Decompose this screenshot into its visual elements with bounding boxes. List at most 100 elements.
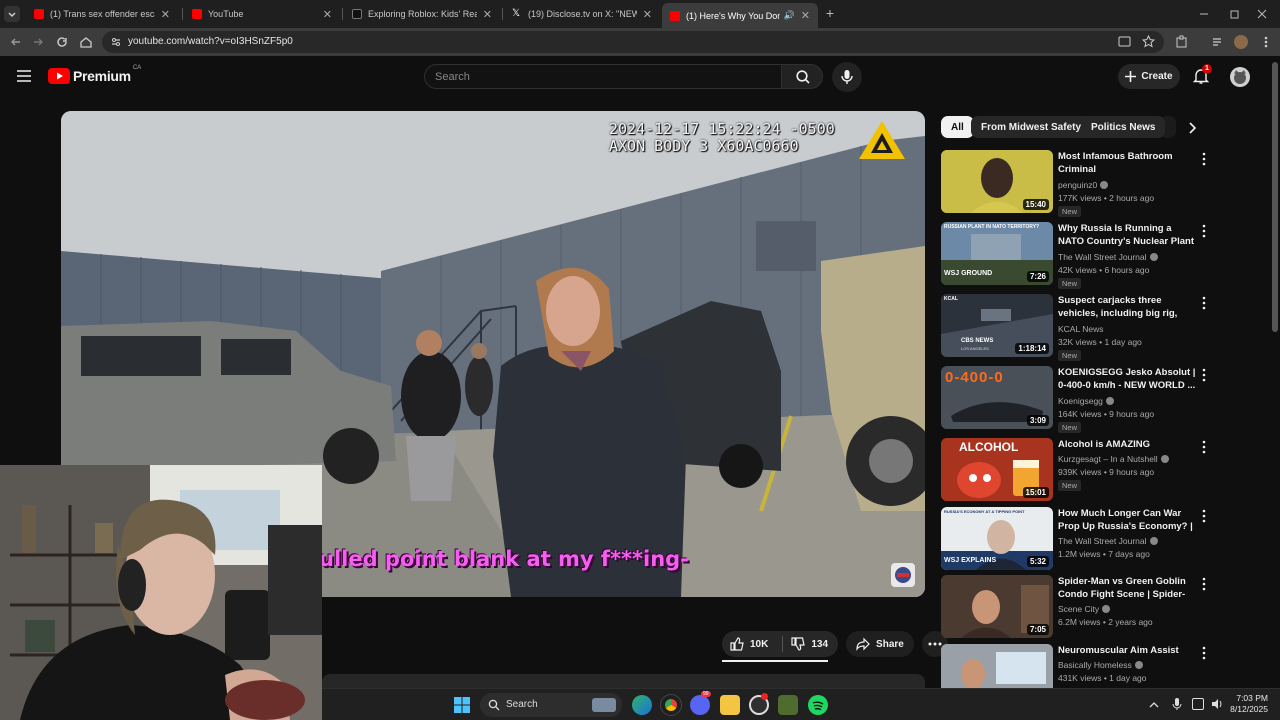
- more-vertical-icon[interactable]: [1200, 646, 1208, 660]
- close-window-button[interactable]: [1254, 6, 1270, 22]
- reload-button[interactable]: [54, 34, 70, 50]
- chrome-icon[interactable]: [660, 694, 682, 716]
- verified-icon: [1100, 180, 1109, 189]
- cast-icon[interactable]: [1118, 36, 1131, 48]
- more-vertical-icon[interactable]: [1200, 224, 1208, 238]
- minimize-button[interactable]: [1196, 6, 1212, 22]
- duration-badge: 15:40: [1022, 199, 1049, 210]
- file-explorer-icon[interactable]: [720, 695, 740, 715]
- tab-title: YouTube: [208, 9, 244, 19]
- dislike-button[interactable]: 134: [791, 637, 828, 651]
- close-icon[interactable]: ✕: [323, 8, 332, 21]
- more-vertical-icon[interactable]: [1200, 296, 1208, 310]
- video-thumbnail[interactable]: [941, 644, 1053, 688]
- video-thumbnail[interactable]: 0-400-0 3:09: [941, 366, 1053, 429]
- share-button[interactable]: Share: [846, 631, 914, 657]
- duration-badge: 5:32: [1026, 556, 1049, 567]
- recommended-video[interactable]: RUSSIAN PLANT IN NATO TERRITORY? WSJ GRO…: [941, 222, 1211, 289]
- start-button[interactable]: [454, 697, 470, 713]
- recommended-video[interactable]: Neuromuscular Aim Assist Basically Homel…: [941, 644, 1211, 688]
- create-button[interactable]: Create: [1118, 64, 1180, 89]
- more-vertical-icon[interactable]: [1200, 577, 1208, 591]
- close-icon[interactable]: ✕: [801, 9, 810, 22]
- video-thumbnail[interactable]: RUSSIAN PLANT IN NATO TERRITORY? WSJ GRO…: [941, 222, 1053, 285]
- tray-overflow-button[interactable]: [1148, 698, 1160, 710]
- chip-politics-news[interactable]: Politics News: [1081, 116, 1166, 138]
- app-icon[interactable]: [778, 695, 798, 715]
- site-info-icon[interactable]: [110, 36, 122, 48]
- youtube-favicon: [670, 10, 680, 21]
- browser-tab[interactable]: YouTube ✕: [184, 4, 340, 24]
- close-icon[interactable]: ✕: [643, 8, 652, 21]
- recommended-video[interactable]: 0-400-0 3:09 KOENIGSEGG Jesko Absolut | …: [941, 366, 1211, 433]
- bookmark-star-icon[interactable]: [1142, 35, 1155, 48]
- youtube-play-icon: [48, 68, 70, 84]
- speaker-icon[interactable]: 🔊: [784, 10, 795, 21]
- recommended-video[interactable]: RUSSIA'S ECONOMY AT A TIPPING POINT WSJ …: [941, 507, 1211, 571]
- thumbs-down-icon: [791, 637, 806, 651]
- channel-name: penguinz0: [1058, 180, 1109, 190]
- video-thumbnail[interactable]: RUSSIA'S ECONOMY AT A TIPPING POINT WSJ …: [941, 507, 1053, 570]
- close-icon: [1257, 9, 1267, 19]
- video-thumbnail[interactable]: KCAL CBS NEWS LOS ANGELES 1:18:14: [941, 294, 1053, 357]
- chips-next-button[interactable]: [1180, 117, 1204, 139]
- like-button[interactable]: 10K 134: [722, 631, 839, 657]
- notifications-button[interactable]: 1: [1192, 64, 1212, 87]
- recommended-video[interactable]: ALCOHOL 15:01 Alcohol is AMAZING Kurzges…: [941, 438, 1211, 502]
- create-label: Create: [1141, 71, 1173, 82]
- search-button[interactable]: [781, 64, 823, 89]
- taskbar-search[interactable]: Search: [480, 693, 622, 717]
- browser-toolbar: youtube.com/watch?v=oI3HSnZF5p0: [0, 28, 1280, 56]
- chip-midwest-safety[interactable]: From Midwest Safety: [971, 116, 1092, 138]
- search-input[interactable]: Search: [424, 64, 782, 89]
- more-vertical-icon[interactable]: [1200, 152, 1208, 166]
- browser-tab[interactable]: Exploring Roblox: Kids' Reactio ✕: [344, 4, 500, 24]
- more-vertical-icon[interactable]: [1200, 440, 1208, 454]
- spotify-icon[interactable]: [808, 695, 828, 715]
- new-tab-button[interactable]: +: [822, 5, 838, 21]
- recommended-video[interactable]: KCAL CBS NEWS LOS ANGELES 1:18:14 Suspec…: [941, 294, 1211, 361]
- bodycam-timestamp: 2024-12-17 15:22:24 -0500 AXON BODY 3 X60…: [609, 121, 835, 155]
- verified-icon: [1134, 660, 1143, 669]
- search-highlight-icon: [592, 698, 616, 712]
- windows-taskbar: Search 99: [322, 688, 1280, 720]
- more-vertical-icon[interactable]: [1200, 368, 1208, 382]
- forward-button[interactable]: [30, 34, 46, 50]
- chip-partial[interactable]: [1160, 116, 1176, 138]
- webcam-feed: [0, 465, 322, 720]
- tab-search-button[interactable]: [4, 6, 20, 22]
- mic-tray-icon[interactable]: [1172, 697, 1182, 711]
- maximize-button[interactable]: [1226, 6, 1242, 22]
- guide-menu-button[interactable]: [16, 69, 32, 83]
- edge-icon[interactable]: [632, 695, 652, 715]
- chevron-up-icon: [1149, 702, 1159, 708]
- close-icon[interactable]: ✕: [161, 8, 170, 21]
- recommended-video[interactable]: 15:40 Most Infamous Bathroom Criminal pe…: [941, 150, 1211, 217]
- browser-tab[interactable]: 𝕏 (19) Disclose.tv on X: "NEW - U ✕: [504, 4, 660, 24]
- browser-menu-button[interactable]: [1258, 34, 1274, 50]
- recommended-video[interactable]: 7:05 Spider-Man vs Green Goblin Condo Fi…: [941, 575, 1211, 639]
- address-bar[interactable]: youtube.com/watch?v=oI3HSnZF5p0: [102, 31, 1164, 53]
- close-icon[interactable]: ✕: [483, 8, 492, 21]
- taskbar-clock[interactable]: 7:03 PM 8/12/2025: [1198, 693, 1268, 715]
- description-panel[interactable]: [322, 674, 925, 688]
- account-avatar[interactable]: [1230, 67, 1250, 87]
- chip-all[interactable]: All: [941, 116, 974, 138]
- video-title: Alcohol is AMAZING: [1058, 439, 1151, 450]
- profile-button[interactable]: [1233, 34, 1249, 50]
- back-button[interactable]: [8, 34, 24, 50]
- page-scrollbar[interactable]: [1272, 62, 1278, 332]
- youtube-logo[interactable]: Premium CA: [48, 65, 141, 85]
- browser-tab[interactable]: (1) Trans sex offender escapes p ✕: [26, 4, 178, 24]
- obs-icon[interactable]: [749, 693, 769, 715]
- extensions-button[interactable]: [1174, 34, 1190, 50]
- video-thumbnail[interactable]: 7:05: [941, 575, 1053, 638]
- video-thumbnail[interactable]: ALCOHOL 15:01: [941, 438, 1053, 501]
- more-vertical-icon[interactable]: [1200, 509, 1208, 523]
- video-thumbnail[interactable]: 15:40: [941, 150, 1053, 213]
- media-controls-button[interactable]: [1210, 34, 1226, 50]
- discord-icon[interactable]: 99: [690, 691, 711, 715]
- voice-search-button[interactable]: [832, 62, 862, 92]
- home-button[interactable]: [78, 34, 94, 50]
- browser-tab-active[interactable]: (1) Here's Why You Don't A 🔊 ✕: [662, 3, 818, 28]
